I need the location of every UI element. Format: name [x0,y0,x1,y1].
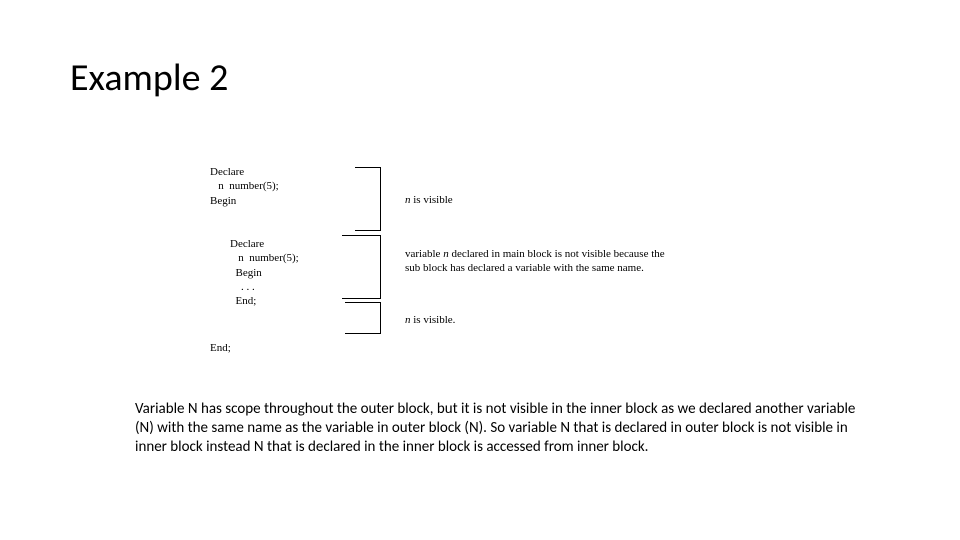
bracket-outer-bottom [345,302,381,334]
explanation-paragraph: Variable N has scope throughout the oute… [135,400,865,456]
annotation-not-visible: variable n declared in main block is not… [405,247,665,276]
code-inner-block: Declare n number(5); Begin . . . End; [230,237,299,308]
scope-diagram: Declare n number(5); Begin Declare n num… [210,165,720,360]
slide-title: Example 2 [70,55,228,101]
code-outer-declare: Declare n number(5); Begin [210,165,279,208]
bracket-outer-top [355,167,381,231]
annotation-visible-bottom: n is visible. [405,313,665,327]
bracket-inner [342,235,381,299]
annotation-visible-top: n is visible [405,193,665,207]
code-outer-end: End; [210,341,231,355]
